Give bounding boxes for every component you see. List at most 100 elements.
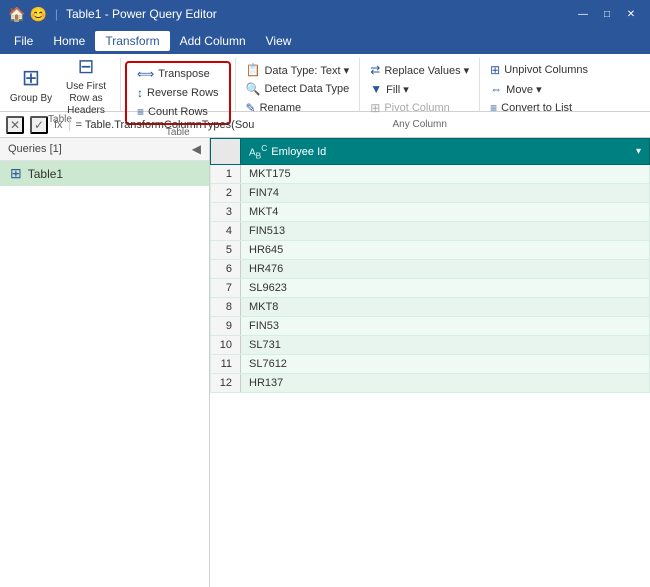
main-area: Queries [1] ◀ ⊞ Table1 ABC Emloyee Id ▾ (0, 138, 650, 587)
home-icon: 🏠 (8, 6, 25, 23)
pivot-icon: ⊞ (370, 101, 380, 115)
maximize-button[interactable]: □ (596, 6, 618, 22)
ribbon-group-table-left: ⊞ Group By ⊟ Use First Row as Headers Ta… (0, 58, 121, 111)
rename-icon: ✎ (246, 101, 256, 115)
menu-view[interactable]: View (256, 31, 302, 51)
employee-id-cell: MKT4 (241, 203, 650, 222)
employee-id-cell: MKT8 (241, 298, 650, 317)
unpivot-columns-button[interactable]: ⊞ Unpivot Columns (484, 61, 594, 79)
unpivot-icon: ⊞ (490, 63, 500, 77)
rename-button[interactable]: ✎ Rename (240, 99, 356, 117)
table-row: 6 HR476 (211, 260, 650, 279)
employee-id-cell: HR476 (241, 260, 650, 279)
row-number: 7 (211, 279, 241, 298)
table-row: 2 FIN74 (211, 184, 650, 203)
data-type-button[interactable]: 📋 Data Type: Text ▾ (240, 61, 356, 79)
data-area[interactable]: ABC Emloyee Id ▾ 1 MKT175 2 FIN74 3 MKT4… (210, 138, 650, 587)
row-number: 5 (211, 241, 241, 260)
ribbon-group-transform: ⟺ Transpose ↕ Reverse Rows ≡ Count Rows … (121, 58, 236, 111)
row-number: 11 (211, 355, 241, 374)
table-row: 3 MKT4 (211, 203, 650, 222)
menu-transform[interactable]: Transform (95, 31, 169, 51)
menu-add-column[interactable]: Add Column (170, 31, 256, 51)
employee-id-cell: FIN74 (241, 184, 650, 203)
sidebar-item-label: Table1 (28, 167, 63, 181)
employee-id-cell: HR645 (241, 241, 650, 260)
pivot-column-button[interactable]: ⊞ Pivot Column (364, 99, 475, 117)
use-first-row-icon: ⊟ (78, 54, 95, 79)
sidebar-collapse-button[interactable]: ◀ (192, 142, 201, 156)
employee-id-cell: FIN513 (241, 222, 650, 241)
sidebar: Queries [1] ◀ ⊞ Table1 (0, 138, 210, 587)
ribbon-group-data-type: 📋 Data Type: Text ▾ 🔍 Detect Data Type ✎… (236, 58, 361, 111)
table-row: 1 MKT175 (211, 165, 650, 184)
window-title: Table1 - Power Query Editor (66, 7, 217, 21)
row-number: 3 (211, 203, 241, 222)
col-menu-button[interactable]: ▾ (636, 146, 641, 157)
formula-confirm-button[interactable]: ✓ (30, 116, 48, 134)
row-number: 1 (211, 165, 241, 184)
move-button[interactable]: ⇔ Move ▾ (484, 80, 594, 98)
formula-text: = Table.TransformColumnTypes(Sou (76, 119, 644, 131)
detect-data-type-button[interactable]: 🔍 Detect Data Type (240, 80, 356, 98)
replace-values-icon: ⇄ (370, 63, 380, 77)
ribbon-group-content-table: ⊞ Group By ⊟ Use First Row as Headers (6, 58, 114, 112)
window-controls: — □ ✕ (572, 6, 642, 22)
detect-icon: 🔍 (246, 82, 261, 96)
sidebar-header: Queries [1] ◀ (0, 138, 209, 161)
emoji-icon: 😊 (29, 6, 46, 23)
data-type-content: 📋 Data Type: Text ▾ 🔍 Detect Data Type ✎… (240, 61, 356, 117)
row-number: 4 (211, 222, 241, 241)
employee-id-cell: HR137 (241, 374, 650, 393)
formula-cancel-button[interactable]: ✕ (6, 116, 24, 134)
table-row: 11 SL7612 (211, 355, 650, 374)
menu-bar: File Home Transform Add Column View (0, 28, 650, 54)
group-by-icon: ⊞ (22, 65, 40, 91)
title-bar: 🏠 😊 | Table1 - Power Query Editor — □ ✕ (0, 0, 650, 28)
reverse-rows-icon: ↕ (137, 86, 143, 100)
row-number: 2 (211, 184, 241, 203)
convert-icon: ≡ (490, 101, 497, 115)
ribbon-group-replace: ⇄ Replace Values ▾ ▼ Fill ▾ ⊞ Pivot Colu… (360, 58, 480, 111)
transpose-button[interactable]: ⟺ Transpose (131, 65, 225, 83)
row-number: 10 (211, 336, 241, 355)
table-row: 7 SL9623 (211, 279, 650, 298)
menu-home[interactable]: Home (43, 31, 95, 51)
employee-id-cell: SL9623 (241, 279, 650, 298)
sidebar-title: Queries [1] (8, 143, 62, 155)
ribbon: ⊞ Group By ⊟ Use First Row as Headers Ta… (0, 54, 650, 112)
function-label: fx (54, 119, 70, 131)
replace-values-button[interactable]: ⇄ Replace Values ▾ (364, 61, 475, 79)
employee-id-cell: MKT175 (241, 165, 650, 184)
sidebar-item-table1[interactable]: ⊞ Table1 (0, 161, 209, 186)
data-type-icon: 📋 (246, 63, 261, 77)
fill-icon: ▼ (370, 82, 382, 96)
employee-id-cell: FIN53 (241, 317, 650, 336)
table-row: 5 HR645 (211, 241, 650, 260)
title-bar-icons: 🏠 😊 (8, 6, 47, 23)
transform-border-box: ⟺ Transpose ↕ Reverse Rows ≡ Count Rows (125, 61, 231, 125)
title-separator: | (55, 7, 58, 21)
convert-to-list-button[interactable]: ≡ Convert to List (484, 99, 594, 117)
data-table: ABC Emloyee Id ▾ 1 MKT175 2 FIN74 3 MKT4… (210, 138, 650, 393)
table-row: 10 SL731 (211, 336, 650, 355)
group-by-button[interactable]: ⊞ Group By (6, 58, 56, 112)
table-row: 4 FIN513 (211, 222, 650, 241)
move-icon: ⇔ (490, 82, 502, 96)
reverse-rows-button[interactable]: ↕ Reverse Rows (131, 84, 225, 102)
employee-id-header[interactable]: ABC Emloyee Id ▾ (241, 139, 650, 165)
use-first-row-button[interactable]: ⊟ Use First Row as Headers (58, 58, 114, 112)
col-header-label: Emloyee Id (271, 146, 326, 158)
unpivot-content: ⊞ Unpivot Columns ⇔ Move ▾ ≡ Convert to … (484, 61, 594, 117)
ribbon-group-unpivot: ⊞ Unpivot Columns ⇔ Move ▾ ≡ Convert to … (480, 58, 598, 111)
count-rows-icon: ≡ (137, 105, 144, 119)
table-row: 12 HR137 (211, 374, 650, 393)
fill-button[interactable]: ▼ Fill ▾ (364, 80, 475, 98)
menu-file[interactable]: File (4, 31, 43, 51)
row-number: 6 (211, 260, 241, 279)
col-type-icon: ABC (249, 143, 267, 160)
row-number: 12 (211, 374, 241, 393)
replace-content: ⇄ Replace Values ▾ ▼ Fill ▾ ⊞ Pivot Colu… (364, 61, 475, 117)
close-button[interactable]: ✕ (620, 6, 642, 22)
minimize-button[interactable]: — (572, 6, 594, 22)
